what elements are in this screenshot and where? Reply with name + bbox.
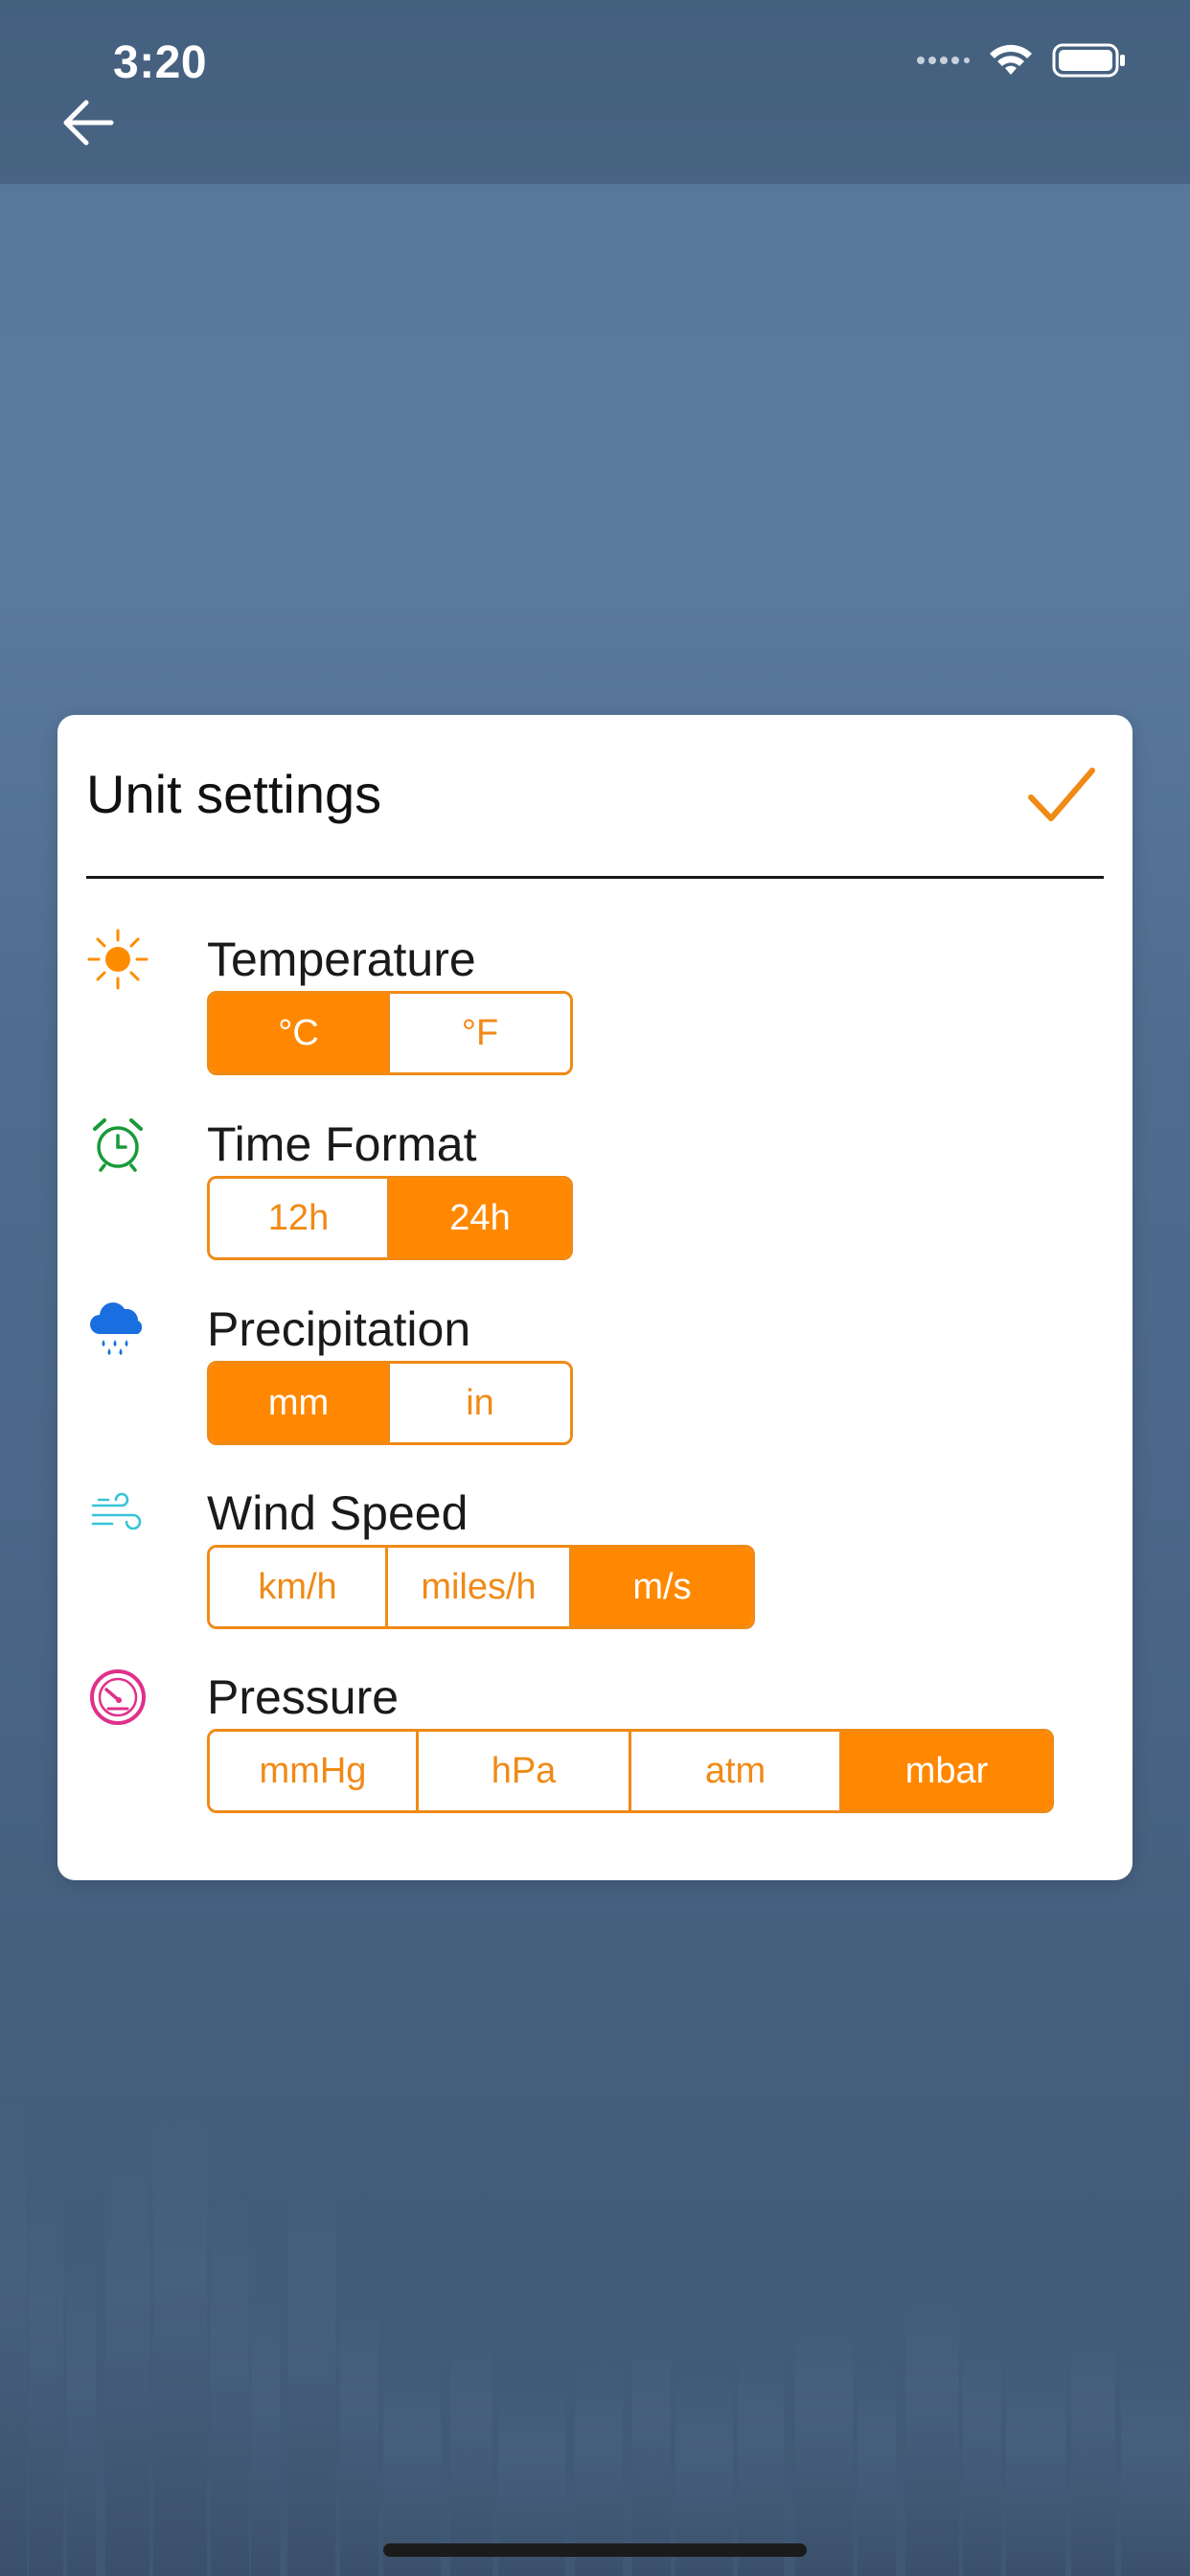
- dialog-title: Unit settings: [86, 764, 382, 824]
- home-indicator[interactable]: [383, 2543, 807, 2557]
- battery-icon: [1052, 43, 1125, 78]
- sun-icon: [86, 928, 149, 991]
- option-fahrenheit[interactable]: °F: [390, 994, 570, 1072]
- setting-label-time-format: Time Format: [207, 1117, 477, 1171]
- precipitation-segmented-control: mm in: [207, 1361, 573, 1445]
- option-mmhg[interactable]: mmHg: [210, 1732, 419, 1810]
- setting-label-pressure: Pressure: [207, 1670, 400, 1724]
- option-miles-h[interactable]: miles/h: [388, 1548, 572, 1626]
- option-in[interactable]: in: [390, 1364, 570, 1442]
- option-hpa[interactable]: hPa: [419, 1732, 631, 1810]
- setting-pressure: Pressure mmHg hPa atm mbar: [57, 1666, 1133, 1838]
- title-divider: [86, 876, 1104, 879]
- screen: 3:20 Unit settings Temperature °C °F Tim…: [0, 0, 1190, 2576]
- alarm-clock-icon: [86, 1113, 149, 1176]
- setting-label-precipitation: Precipitation: [207, 1302, 471, 1356]
- option-atm[interactable]: atm: [631, 1732, 842, 1810]
- option-celsius[interactable]: °C: [210, 994, 390, 1072]
- confirm-button[interactable]: [1025, 763, 1098, 828]
- city-skyline-background: [0, 2097, 1190, 2576]
- option-mm[interactable]: mm: [210, 1364, 390, 1442]
- gauge-icon: [86, 1666, 149, 1729]
- option-km-h[interactable]: km/h: [210, 1548, 388, 1626]
- back-button[interactable]: [56, 90, 121, 155]
- signal-dots-icon: [917, 57, 970, 64]
- temperature-segmented-control: °C °F: [207, 991, 573, 1075]
- setting-label-wind-speed: Wind Speed: [207, 1486, 469, 1540]
- status-icons: [916, 42, 1127, 79]
- setting-precipitation: Precipitation mm in: [57, 1298, 1133, 1470]
- status-time: 3:20: [113, 37, 208, 88]
- setting-time-format: Time Format 12h 24h: [57, 1113, 1133, 1285]
- arrow-left-icon: [63, 100, 114, 146]
- option-m-s[interactable]: m/s: [572, 1548, 752, 1626]
- setting-temperature: Temperature °C °F: [57, 928, 1133, 1100]
- pressure-segmented-control: mmHg hPa atm mbar: [207, 1729, 1054, 1813]
- setting-wind-speed: Wind Speed km/h miles/h m/s: [57, 1482, 1133, 1654]
- rain-cloud-icon: [86, 1298, 149, 1361]
- wind-speed-segmented-control: km/h miles/h m/s: [207, 1545, 755, 1629]
- unit-settings-dialog: Unit settings Temperature °C °F Time For…: [57, 715, 1133, 1880]
- top-bar: 3:20: [0, 0, 1190, 184]
- checkmark-icon: [1028, 768, 1095, 821]
- option-24h[interactable]: 24h: [390, 1179, 570, 1257]
- wifi-icon: [990, 44, 1032, 75]
- option-12h[interactable]: 12h: [210, 1179, 390, 1257]
- time-format-segmented-control: 12h 24h: [207, 1176, 573, 1260]
- option-mbar[interactable]: mbar: [842, 1732, 1051, 1810]
- wind-icon: [86, 1482, 149, 1545]
- setting-label-temperature: Temperature: [207, 932, 476, 986]
